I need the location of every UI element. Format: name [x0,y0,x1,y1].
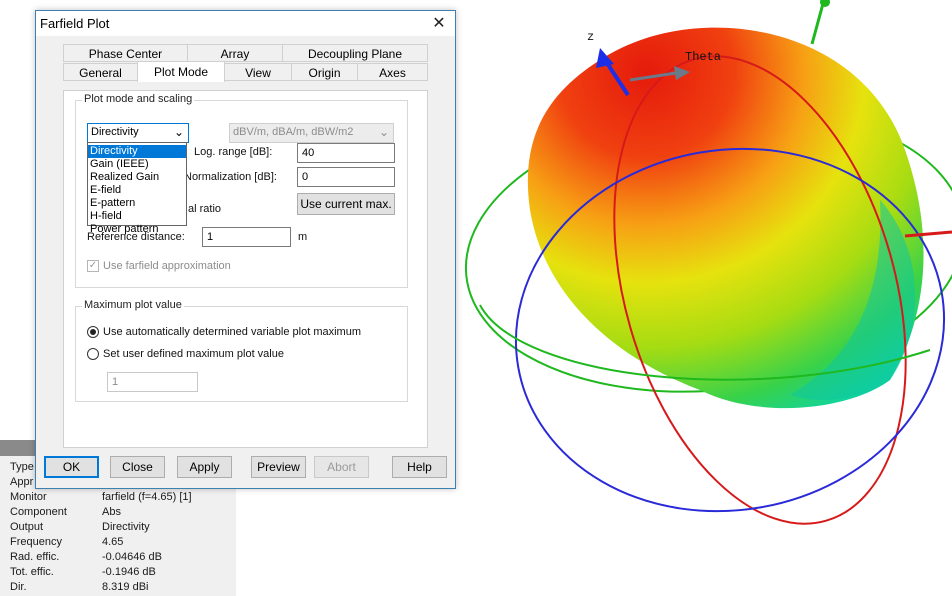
info-row-dir: Dir. 8.319 dBi [10,581,149,593]
plot-mode-selected-value: Directivity [91,126,139,138]
log-range-input[interactable]: 40 [297,143,395,163]
tab-view[interactable]: View [224,63,292,81]
chevron-down-icon: ⌄ [173,125,184,139]
auto-max-label: Use automatically determined variable pl… [103,326,361,338]
tab-array[interactable]: Array [187,44,283,62]
user-max-radio[interactable] [87,348,99,360]
close-button[interactable]: Close [110,456,165,478]
normalization-input[interactable]: 0 [297,167,395,187]
z-axis-label: z [587,30,594,44]
info-row-component: Component Abs [10,506,121,518]
option-e-field[interactable]: E-field [88,184,186,197]
reference-distance-unit: m [298,231,308,243]
plot-mode-options-list[interactable]: Directivity Gain (IEEE) Realized Gain E-… [87,142,187,235]
option-directivity[interactable]: Directivity [88,145,186,158]
help-button[interactable]: Help [392,456,447,478]
option-h-field[interactable]: H-field [88,210,186,223]
chevron-down-icon: ⌄ [378,125,389,139]
log-range-label: Log. range [dB]: [194,146,273,158]
unit-selected-value: dBV/m, dBA/m, dBW/m2 [233,126,354,138]
user-max-input: 1 [107,372,198,392]
axial-ratio-label: al ratio [188,203,222,215]
info-row-frequency: Frequency 4.65 [10,536,124,548]
option-e-pattern[interactable]: E-pattern [88,197,186,210]
tab-general[interactable]: General [63,63,138,81]
tab-origin[interactable]: Origin [291,63,358,81]
plot-mode-scaling-title: Plot mode and scaling [82,93,195,105]
farfield-approx-checkbox: ✓ [87,260,99,272]
tab-phase-center[interactable]: Phase Center [63,44,188,62]
info-row-rad-effic: Rad. effic. -0.04646 dB [10,551,162,563]
tab-axes[interactable]: Axes [357,63,428,81]
option-gain-ieee[interactable]: Gain (IEEE) [88,158,186,171]
farfield-plot-dialog: Farfield Plot ✕ Phase Center Array Decou… [35,10,456,489]
close-icon[interactable]: ✕ [423,11,455,36]
tab-decoupling-plane[interactable]: Decoupling Plane [282,44,428,62]
normalization-label: Normalization [dB]: [184,171,277,183]
maximum-plot-value-title: Maximum plot value [82,299,184,311]
auto-max-radio[interactable] [87,326,99,338]
green-axis-line [810,0,826,45]
option-power-pattern[interactable]: Power pattern [88,223,186,235]
info-row-output: Output Directivity [10,521,150,533]
unit-dropdown: dBV/m, dBA/m, dBW/m2 ⌄ [229,123,394,143]
apply-button[interactable]: Apply [177,456,232,478]
option-realized-gain[interactable]: Realized Gain [88,171,186,184]
dialog-title: Farfield Plot [40,16,110,31]
info-row-monitor: Monitor farfield (f=4.65) [1] [10,491,192,503]
user-max-label: Set user defined maximum plot value [103,348,284,360]
ok-button[interactable]: OK [44,456,99,478]
abort-button: Abort [314,456,369,478]
theta-axis-label: Theta [685,50,721,64]
reference-distance-input[interactable]: 1 [202,227,291,247]
use-current-max-button[interactable]: Use current max. [297,193,395,215]
farfield-approx-label: Use farfield approximation [103,260,231,272]
tab-plot-mode[interactable]: Plot Mode [137,61,225,82]
info-row-tot-effic: Tot. effic. -0.1946 dB [10,566,156,578]
dialog-titlebar[interactable]: Farfield Plot ✕ [36,11,455,36]
plot-mode-dropdown[interactable]: Directivity ⌄ [87,123,189,143]
preview-button[interactable]: Preview [251,456,306,478]
